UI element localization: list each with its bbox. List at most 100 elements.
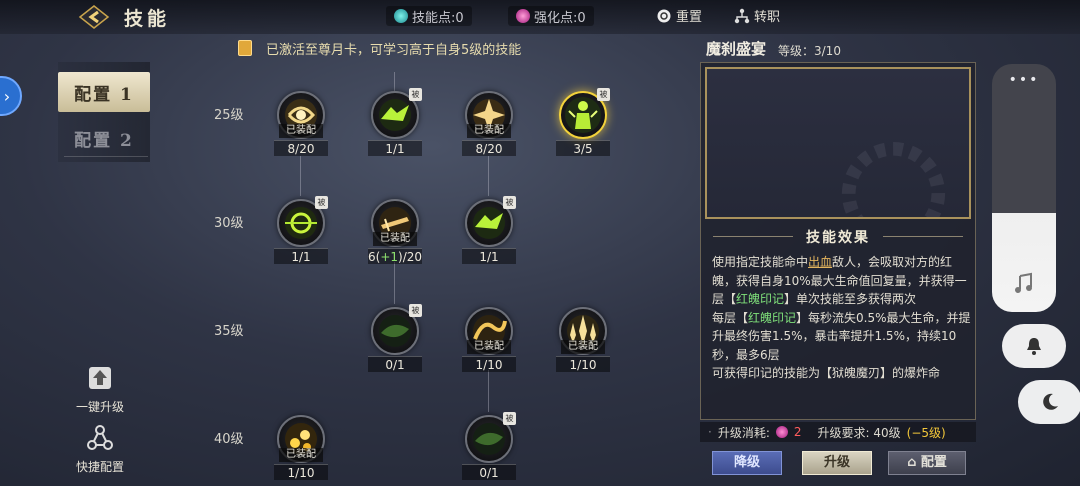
change-class-button[interactable]: 转职 (734, 6, 780, 25)
skill-description: 使用指定技能命中出血敌人，会吸取对方的红魄，获得自身10%最大生命值回复量，并获… (712, 253, 972, 383)
requirement-label: 升级要求: 40级 (817, 425, 901, 440)
count-bonus: +1 (380, 250, 399, 264)
bullet-icon: · (708, 425, 712, 439)
skill-node[interactable]: 被 (370, 304, 422, 356)
requirement-warning: (−5级) (906, 425, 946, 440)
configure-label: 配置 (920, 455, 947, 470)
skill-level-count: 1/1 (462, 248, 516, 264)
back-button[interactable] (72, 2, 116, 32)
skill-level: 等级：3/10 (778, 44, 841, 58)
divider (64, 156, 148, 157)
notice-text: 已激活至尊月卡，可学习高于自身5级的技能 (266, 42, 522, 58)
notification-button[interactable] (1002, 324, 1066, 368)
downgrade-button[interactable]: 降级 (712, 451, 782, 475)
moon-card-badge-icon (238, 40, 252, 56)
passive-badge: 被 (503, 412, 516, 425)
skill-level-count: 0/1 (462, 464, 516, 480)
bleed-keyword[interactable]: 出血 (808, 255, 832, 269)
enhance-points-text: 强化点:0 (534, 10, 586, 26)
equipped-tag: 已装配 (467, 124, 511, 138)
reset-button[interactable]: 重置 (656, 6, 702, 25)
skill-node[interactable]: 被 (464, 412, 516, 464)
level-label-35: 35级 (214, 324, 244, 339)
skill-node[interactable]: 已装配 (558, 306, 608, 356)
level-label-30: 30级 (214, 216, 244, 231)
skill-node[interactable]: 被 (558, 88, 610, 140)
quick-config-label: 快捷配置 (75, 460, 124, 474)
upgrade-button[interactable]: 升级 (802, 451, 872, 475)
tab-config-2[interactable]: 配置 2 (58, 118, 150, 158)
upgrade-arrow-icon (89, 367, 111, 389)
enhance-points: 强化点:0 (508, 6, 594, 26)
passive-badge: 被 (409, 88, 422, 101)
level-label-40: 40级 (214, 432, 244, 447)
skill-level-count: 1/1 (274, 248, 328, 264)
class-label: 转职 (754, 10, 781, 25)
gear-watermark-icon (841, 142, 946, 246)
red-soul-mark-keyword: 红魄印记 (736, 292, 785, 306)
skill-node[interactable]: 被 (370, 88, 422, 140)
moon-card-notice: 已激活至尊月卡，可学习高于自身5级的技能 (238, 38, 521, 58)
skill-points-text: 技能点:0 (412, 10, 464, 26)
one-key-upgrade-label: 一键升级 (75, 400, 124, 414)
configure-button[interactable]: ⌂ 配置 (888, 451, 966, 475)
tree-connector (488, 156, 489, 196)
music-note-icon (1015, 272, 1032, 293)
equipped-tag: 已装配 (373, 232, 417, 246)
skill-level-count: 8/20 (274, 140, 328, 156)
skill-level-count: 6(+1)/20 (368, 248, 422, 264)
equipped-tag: 已装配 (279, 124, 323, 138)
skill-level-count: 1/1 (368, 140, 422, 156)
skill-points: 技能点:0 (386, 6, 472, 26)
count-part: )/20 (398, 250, 423, 264)
desc-text: 使用指定技能命中 (712, 255, 809, 269)
reset-icon (657, 9, 671, 22)
tab-config-1[interactable]: 配置 1 (58, 72, 150, 112)
reset-label: 重置 (676, 10, 703, 25)
passive-badge: 被 (503, 196, 516, 209)
bell-icon (1027, 338, 1041, 355)
tree-connector (394, 72, 395, 92)
skill-preview-video[interactable] (705, 67, 971, 246)
level-label-25: 25级 (214, 108, 244, 123)
tree-connector (394, 262, 395, 304)
skill-level-count: 0/1 (368, 356, 422, 372)
enhance-point-gem-icon (516, 9, 530, 23)
skill-node[interactable]: 已装配 (276, 90, 326, 140)
passive-badge: 被 (597, 88, 610, 101)
skill-node[interactable]: 被 (276, 196, 328, 248)
quick-config-button[interactable]: 快捷配置 (68, 424, 132, 475)
skill-point-gem-icon (394, 9, 408, 23)
do-not-disturb-button[interactable] (1018, 380, 1080, 424)
tree-connector (488, 370, 489, 412)
desc-text: 可获得印记的技能为【狱魄魔刃】的爆炸命 (712, 366, 941, 380)
skill-detail-panel: 技能效果 使用指定技能命中出血敌人，会吸取对方的红魄，获得自身10%最大生命值回… (700, 62, 976, 420)
page-title: 技能 (124, 8, 171, 30)
enhance-gem-icon (775, 426, 788, 438)
skill-node[interactable]: 已装配 (464, 90, 514, 140)
moon-icon (1043, 393, 1058, 410)
more-icon[interactable]: ••• (992, 72, 1056, 88)
equipped-tag: 已装配 (467, 340, 511, 354)
skill-level-count: 1/10 (462, 356, 516, 372)
skill-node[interactable]: 已装配 (276, 414, 326, 464)
desc-text: 】单次技能至多获得两次 (784, 292, 917, 306)
config-icon: ⌂ (907, 455, 917, 470)
volume-panel[interactable]: ••• (992, 64, 1056, 312)
skill-level-count: 8/20 (462, 140, 516, 156)
skill-node[interactable]: 已装配 (370, 198, 420, 248)
count-part: 6( (368, 250, 381, 264)
cost-label: 升级消耗: (717, 425, 770, 440)
skill-level-count: 3/5 (556, 140, 610, 156)
skill-node[interactable]: 已装配 (464, 306, 514, 356)
equipped-tag: 已装配 (279, 448, 323, 462)
passive-badge: 被 (409, 304, 422, 317)
one-key-upgrade-button[interactable]: 一键升级 (68, 364, 132, 415)
side-expand-button[interactable]: › (0, 76, 22, 116)
upgrade-cost-bar: · 升级消耗: 2 升级要求: 40级 (−5级) (700, 422, 976, 442)
quick-config-icon (87, 425, 113, 450)
equipped-tag: 已装配 (561, 340, 605, 354)
chevron-right-icon: › (3, 86, 11, 106)
effect-title: 技能效果 (701, 227, 975, 247)
skill-node[interactable]: 被 (464, 196, 516, 248)
